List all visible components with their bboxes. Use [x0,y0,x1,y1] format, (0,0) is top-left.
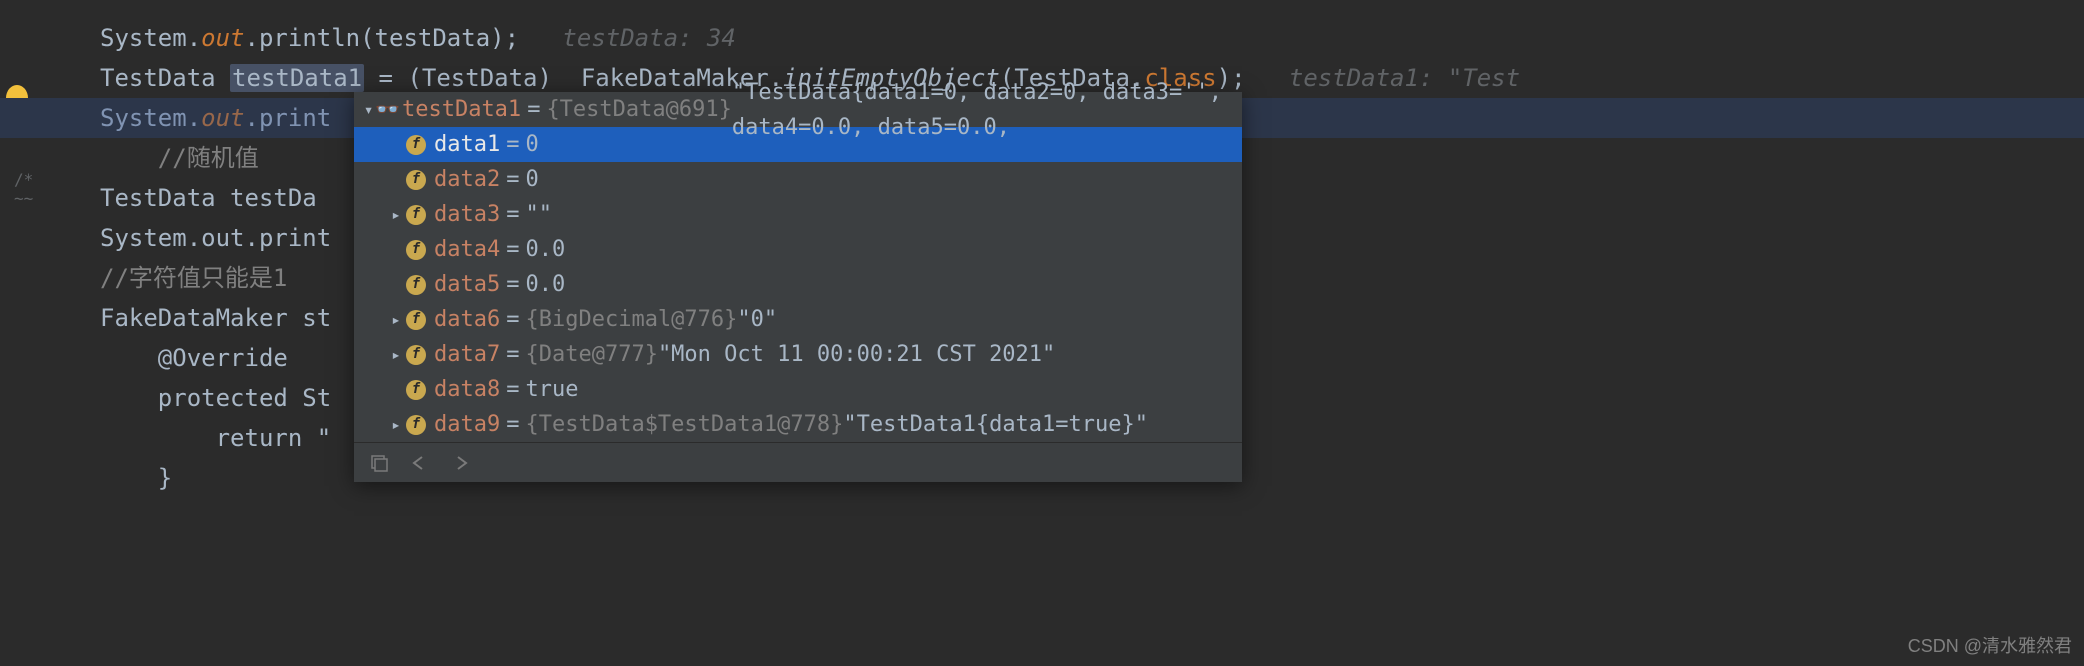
field-name: data6 [434,302,500,337]
field-badge-icon: f [406,380,426,400]
field-type: {TestData$TestData1@778} [525,407,843,442]
debug-field-row[interactable]: ▸f data6 = {BigDecimal@776} "0" [354,302,1242,337]
chevron-right-icon[interactable]: ▸ [386,337,406,372]
chevron-right-icon[interactable]: ▸ [386,302,406,337]
field-name: data8 [434,372,500,407]
debug-field-row[interactable]: ▸f data7 = {Date@777} "Mon Oct 11 00:00:2… [354,337,1242,372]
field-value: "Mon Oct 11 00:00:21 CST 2021" [658,337,1055,372]
field-badge-icon: f [406,275,426,295]
field-value: "TestData1{data1=true}" [843,407,1148,442]
equals-sign: = [506,372,519,407]
field-badge-icon: f [406,415,426,435]
field-value: 0.0 [525,267,565,302]
equals-sign: = [506,162,519,197]
field-value: "0" [737,302,777,337]
debug-field-row[interactable]: f data2 = 0 [354,162,1242,197]
equals-sign: = [527,92,540,127]
forward-arrow-icon[interactable] [454,455,474,471]
field-value: "" [525,197,552,232]
field-name: data1 [434,127,500,162]
static-ref: out [201,104,244,132]
code-text: return " [100,424,331,452]
comment: //随机值 [100,144,259,172]
code-text: FakeDataMaker st [100,304,331,332]
debug-field-row[interactable]: f data4 = 0.0 [354,232,1242,267]
field-badge-icon: f [406,345,426,365]
chevron-right-icon[interactable]: ▸ [386,197,406,232]
field-name: data3 [434,197,500,232]
debug-popup-toolbar [354,442,1242,482]
code-text: = (TestData) FakeDataMaker. [364,64,783,92]
debug-field-row[interactable]: ▸f data3 = "" [354,197,1242,232]
static-ref: out [201,24,244,52]
code-text: protected St [100,384,331,412]
set-value-icon[interactable] [370,453,390,473]
field-name: data7 [434,337,500,372]
code-text: TestData [100,64,230,92]
inline-debug-hint: testData: 34 [562,24,735,52]
comment: //字符值只能是1 [100,264,287,292]
code-text: System.out.print [100,224,331,252]
debug-root-row[interactable]: ▾ 👓 testData1 = {TestData@691} "TestData… [354,92,1242,127]
equals-sign: = [506,337,519,372]
code-text: .print [245,104,332,132]
chevron-down-icon[interactable]: ▾ [362,92,375,127]
variable-type: {TestData@691} [546,92,731,127]
field-name: data5 [434,267,500,302]
field-value: true [525,372,578,407]
inline-debug-hint: testData1: "Test [1289,64,1520,92]
back-arrow-icon[interactable] [412,455,432,471]
code-text: } [100,464,172,492]
field-name: data4 [434,232,500,267]
code-text: System. [100,24,201,52]
debug-variable-popup[interactable]: ▾ 👓 testData1 = {TestData@691} "TestData… [354,92,1242,482]
field-name: data2 [434,162,500,197]
code-editor[interactable]: /*~~ System.out.println(testData); testD… [0,0,2084,666]
field-value: 0 [525,127,538,162]
equals-sign: = [506,232,519,267]
field-value: 0 [525,162,538,197]
debug-field-row[interactable]: f data8 = true [354,372,1242,407]
field-type: {BigDecimal@776} [525,302,737,337]
code-text: .println(testData); [245,24,520,52]
debug-field-row[interactable]: ▸f data9 = {TestData$TestData1@778} "Test… [354,407,1242,442]
equals-sign: = [506,267,519,302]
field-type: {Date@777} [525,337,657,372]
variable-name: testData1 [402,92,521,127]
code-text: @Override [100,344,288,372]
code-line[interactable]: System.out.println(testData); testData: … [0,18,2084,58]
field-badge-icon: f [406,135,426,155]
field-name: data9 [434,407,500,442]
equals-sign: = [506,197,519,232]
variable-value: "TestData{data1=0, data2=0, data3='', da… [732,75,1242,145]
debug-field-row[interactable]: f data5 = 0.0 [354,267,1242,302]
field-value: 0.0 [525,232,565,267]
watch-glasses-icon: 👓 [375,92,400,127]
watermark-text: CSDN @清水雅然君 [1908,632,2072,658]
equals-sign: = [506,127,519,162]
field-badge-icon: f [406,240,426,260]
code-text: TestData testDa [100,184,317,212]
equals-sign: = [506,302,519,337]
code-text: System. [100,104,201,132]
field-badge-icon: f [406,310,426,330]
chevron-right-icon[interactable]: ▸ [386,407,406,442]
equals-sign: = [506,407,519,442]
field-badge-icon: f [406,205,426,225]
highlighted-variable: testData1 [230,64,364,92]
field-badge-icon: f [406,170,426,190]
